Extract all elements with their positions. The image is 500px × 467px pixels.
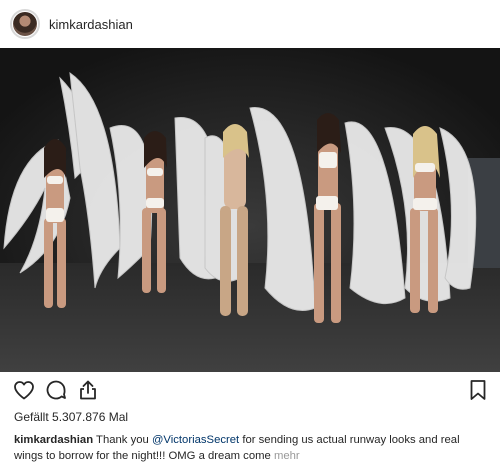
profile-picture — [13, 12, 37, 36]
post-photo-illustration — [0, 48, 500, 372]
caption-username[interactable]: kimkardashian — [14, 434, 93, 446]
bookmark-icon[interactable] — [466, 378, 490, 402]
comment-icon[interactable] — [44, 378, 68, 402]
post-header: kimkardashian — [0, 0, 500, 48]
caption-more-link[interactable]: mehr — [274, 450, 300, 462]
post-caption: kimkardashian Thank you @VictoriasSecret… — [14, 432, 490, 464]
avatar[interactable] — [10, 9, 40, 39]
caption-text-before: Thank you — [93, 434, 152, 446]
share-icon[interactable] — [76, 378, 100, 402]
username-link[interactable]: kimkardashian — [49, 17, 133, 32]
post-image[interactable] — [0, 48, 500, 372]
likes-count[interactable]: Gefällt 5.307.876 Mal — [14, 410, 128, 424]
heart-icon[interactable] — [12, 378, 36, 402]
post-actions-bar — [0, 374, 500, 406]
caption-mention-link[interactable]: @VictoriasSecret — [152, 434, 239, 446]
